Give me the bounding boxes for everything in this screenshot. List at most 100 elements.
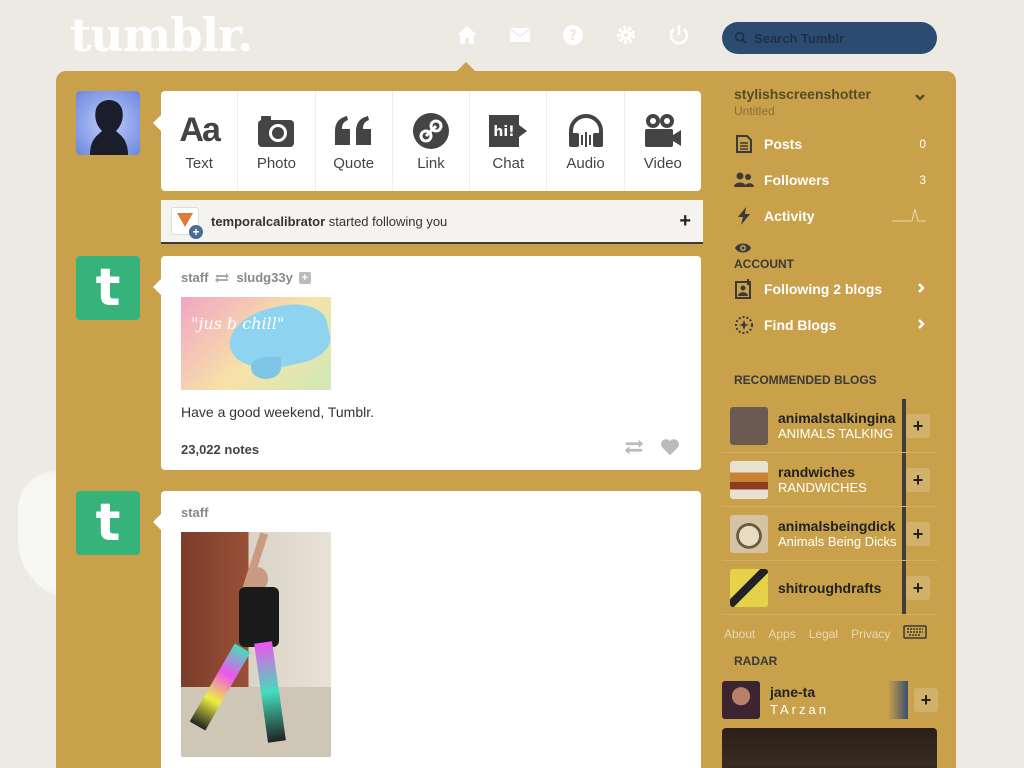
post-type-audio[interactable]: Audio	[547, 91, 625, 191]
radar-avatar[interactable]	[722, 681, 760, 719]
svg-text:?: ?	[569, 28, 577, 44]
post-type-photo[interactable]: Photo	[238, 91, 316, 191]
follow-source-button[interactable]: +	[298, 271, 311, 284]
notification-text: temporalcalibrator started following you	[211, 214, 679, 229]
notes-count[interactable]: 23,022 notes	[181, 442, 259, 457]
notification-message: started following you	[328, 213, 448, 229]
post-type-video[interactable]: Video	[625, 91, 701, 191]
recommended-blog[interactable]: animalstalkingina ANIMALS TALKING +	[722, 399, 938, 453]
svg-text:hi!: hi!	[494, 124, 515, 140]
footer-link-legal[interactable]: Legal	[809, 627, 838, 641]
post-type-bar: Aa Text Photo Quote Link hi! Chat Audio	[161, 91, 701, 191]
post-actions	[623, 436, 681, 463]
blog-name[interactable]: randwiches	[778, 464, 900, 480]
notification-avatar[interactable]: +	[171, 207, 203, 239]
dancer-body	[239, 587, 279, 647]
blog-avatar[interactable]	[730, 406, 768, 445]
post-type-quote[interactable]: Quote	[316, 91, 393, 191]
dolphin-fin	[251, 357, 281, 379]
follow-badge-icon: +	[189, 225, 203, 239]
footer-link-apps[interactable]: Apps	[768, 627, 795, 641]
blog-switcher[interactable]: stylishscreenshotter Untitled	[722, 86, 938, 118]
blog-avatar[interactable]	[730, 514, 768, 553]
search-input[interactable]	[754, 30, 924, 46]
post-type-chat[interactable]: hi! Chat	[470, 91, 548, 191]
radar-post[interactable]: jane-ta TArzan +	[722, 680, 938, 720]
quote-icon	[333, 111, 375, 151]
blog-username[interactable]: stylishscreenshotter	[734, 86, 871, 102]
blog-name[interactable]: animalstalkingina	[778, 410, 900, 426]
following-icon	[734, 279, 754, 299]
staff-avatar[interactable]: t	[76, 491, 140, 555]
radar-blog-title: TArzan	[770, 701, 829, 717]
divider	[902, 399, 906, 452]
post-type-label: Link	[417, 154, 445, 172]
post-type-text[interactable]: Aa Text	[161, 91, 239, 191]
sidebar-item-followers[interactable]: Followers 3	[722, 162, 938, 198]
blog-avatar[interactable]	[730, 460, 768, 499]
help-icon[interactable]: ?	[560, 22, 586, 48]
post-image[interactable]: "jus b chill"	[181, 297, 331, 390]
power-icon[interactable]	[666, 22, 692, 48]
blog-title: Animals Being Dicks	[778, 534, 897, 549]
post-image[interactable]	[181, 532, 331, 757]
mail-icon[interactable]	[507, 22, 533, 48]
follow-blog-button[interactable]: +	[906, 575, 930, 600]
keyboard-shortcuts-icon[interactable]	[903, 625, 928, 642]
post-author[interactable]: staff	[181, 505, 208, 520]
search-bar[interactable]	[722, 22, 937, 54]
divider	[902, 453, 906, 506]
follow-radar-button[interactable]: +	[914, 688, 938, 712]
user-avatar[interactable]	[76, 91, 140, 155]
eye-icon	[734, 242, 926, 257]
post-author[interactable]: staff	[181, 270, 208, 285]
sidebar-item-following[interactable]: Following 2 blogs	[722, 271, 938, 307]
reblog-source[interactable]: sludg33y	[236, 270, 292, 285]
link-icon	[412, 111, 450, 151]
blog-name[interactable]: animalsbeingdick	[778, 518, 900, 534]
like-heart-icon[interactable]	[659, 436, 681, 463]
sidebar-item-label: Posts	[764, 136, 803, 152]
footer-link-about[interactable]: About	[724, 627, 755, 641]
sidebar-item-label: Activity	[764, 208, 815, 224]
sidebar-item-label: Following 2 blogs	[764, 281, 883, 297]
pizza-icon	[177, 213, 193, 227]
tumblr-logo[interactable]: tumblr.	[70, 8, 253, 62]
staff-avatar[interactable]: t	[76, 256, 140, 320]
divider	[902, 561, 906, 614]
divider	[888, 681, 908, 719]
recommended-blog[interactable]: shitroughdrafts +	[722, 561, 938, 615]
sidebar-item-activity[interactable]: Activity	[722, 198, 938, 234]
image-caption: "jus b chill"	[191, 314, 285, 333]
activity-sparkline-icon	[892, 207, 926, 226]
sidebar-item-posts[interactable]: Posts 0	[722, 126, 938, 162]
recommended-heading: RECOMMENDED BLOGS	[734, 373, 877, 387]
recommended-blog[interactable]: randwiches RANDWICHES +	[722, 453, 938, 507]
follow-back-button[interactable]: +	[679, 210, 691, 233]
recommended-blog[interactable]: animalsbeingdick Animals Being Dicks +	[722, 507, 938, 561]
blog-name[interactable]: shitroughdrafts	[778, 580, 900, 596]
post-header: staff sludg33y +	[181, 270, 681, 285]
chevron-down-icon[interactable]	[914, 90, 926, 108]
sidebar-item-count: 0	[919, 137, 926, 151]
sidebar-item-find-blogs[interactable]: Find Blogs	[722, 307, 938, 343]
follow-blog-button[interactable]: +	[906, 413, 930, 438]
blog-subtitle: Untitled	[734, 104, 775, 118]
avatar-pointer	[153, 115, 161, 131]
follow-blog-button[interactable]: +	[906, 521, 930, 546]
notification-user[interactable]: temporalcalibrator	[211, 214, 325, 229]
radar-blog-name[interactable]: jane-ta	[770, 684, 888, 700]
gear-icon[interactable]	[613, 22, 639, 48]
follow-notification: + temporalcalibrator started following y…	[161, 200, 703, 244]
find-blogs-icon	[734, 315, 754, 335]
follow-blog-button[interactable]: +	[906, 467, 930, 492]
post-type-link[interactable]: Link	[393, 91, 471, 191]
home-icon[interactable]	[454, 22, 480, 48]
sidebar-item-count: 3	[919, 173, 926, 187]
reblog-button-icon[interactable]	[623, 436, 645, 463]
post-type-label: Chat	[492, 154, 525, 172]
footer-link-privacy[interactable]: Privacy	[851, 627, 890, 641]
text-icon: Aa	[179, 111, 220, 149]
radar-image[interactable]	[722, 728, 937, 768]
blog-avatar[interactable]	[730, 568, 768, 607]
